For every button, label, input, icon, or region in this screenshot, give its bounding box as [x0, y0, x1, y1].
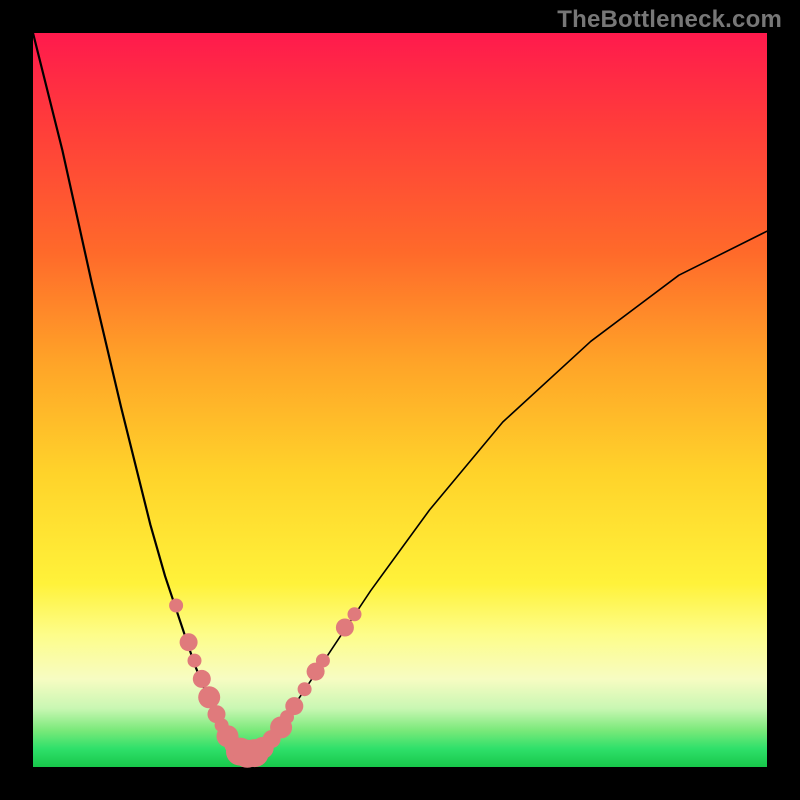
data-point: [188, 654, 202, 668]
curve-left: [33, 33, 253, 754]
curve-right: [246, 231, 767, 754]
chart-frame: TheBottleneck.com: [0, 0, 800, 800]
data-point: [336, 619, 354, 637]
data-point: [193, 670, 211, 688]
data-point: [198, 686, 220, 708]
curve-svg: [33, 33, 767, 767]
marker-group: [169, 599, 361, 768]
plot-area: [33, 33, 767, 767]
data-point: [316, 654, 330, 668]
data-point: [285, 697, 303, 715]
watermark-text: TheBottleneck.com: [557, 6, 782, 34]
data-point: [169, 599, 183, 613]
data-point: [180, 633, 198, 651]
data-point: [348, 607, 362, 621]
data-point: [298, 682, 312, 696]
